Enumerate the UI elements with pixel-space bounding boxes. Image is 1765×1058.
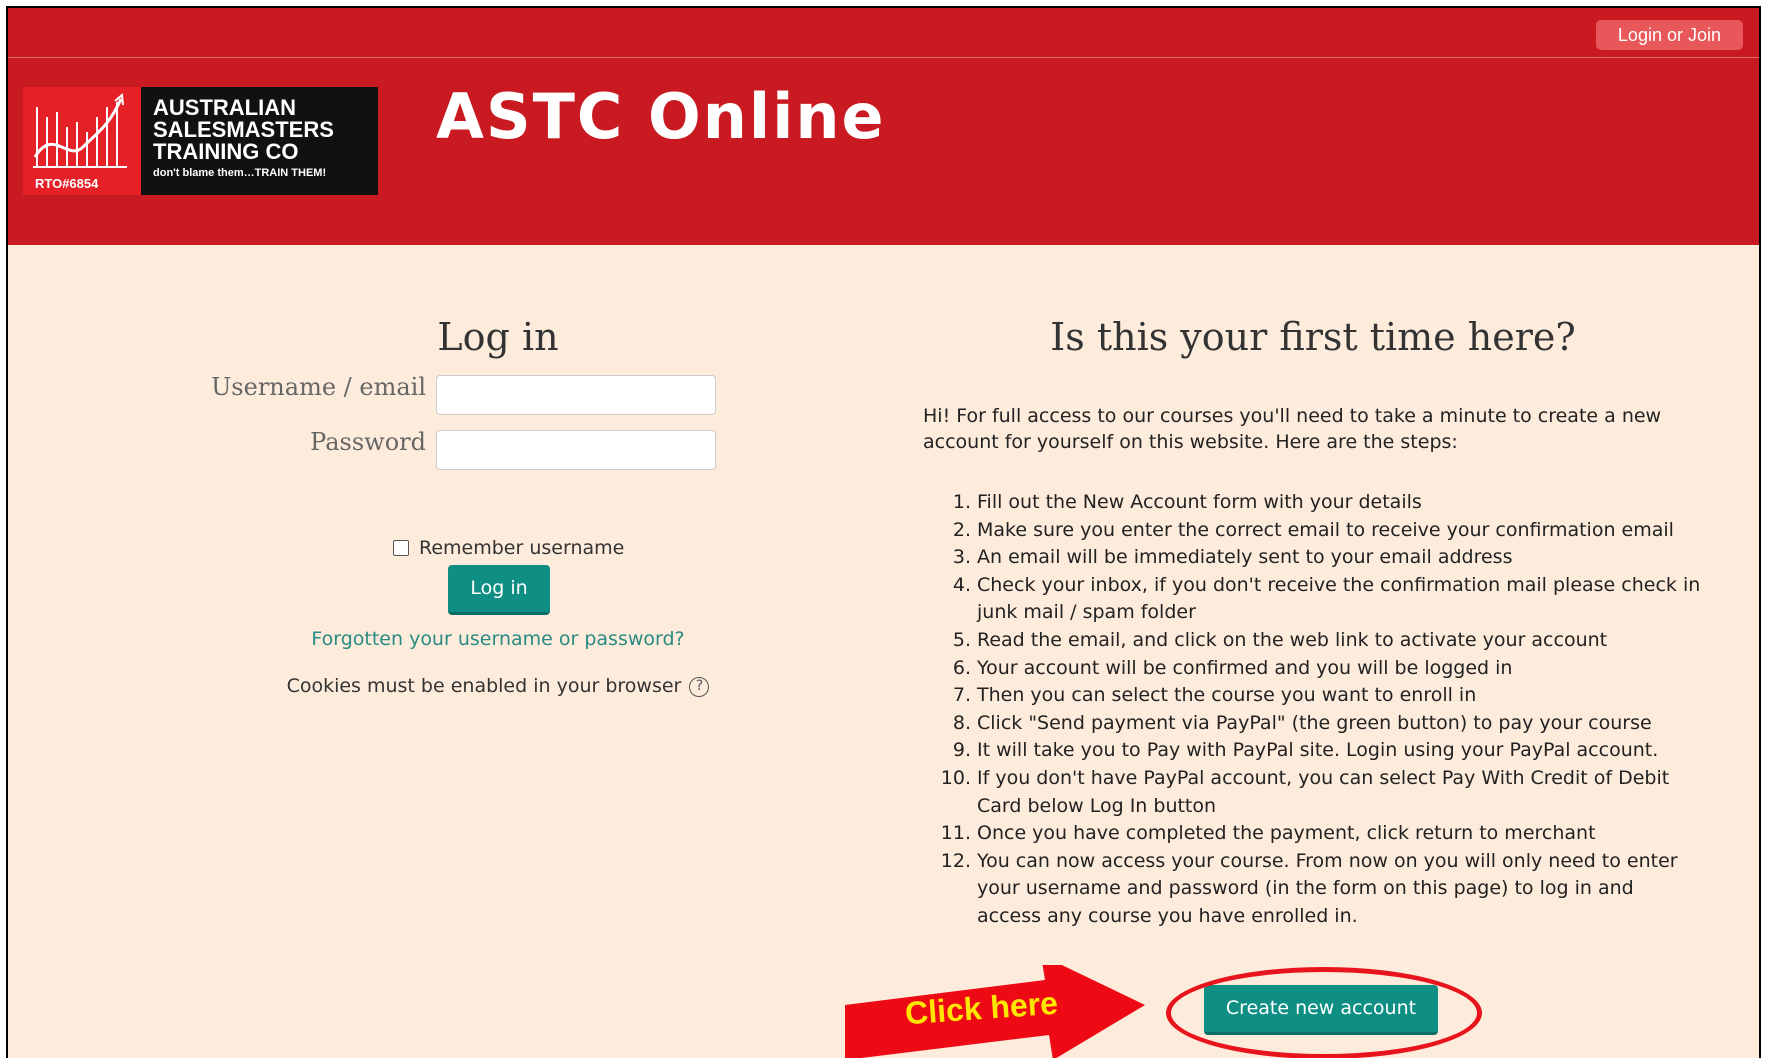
username-input[interactable]	[436, 375, 716, 415]
password-label: Password	[310, 428, 426, 456]
list-item: 5. Read the email, and click on the web l…	[952, 628, 1608, 651]
remember-username-checkbox[interactable]	[393, 540, 409, 556]
list-item: 3. An email will be immediately sent to y…	[952, 546, 1513, 569]
list-item: 6. Your account will be confirmed and you…	[952, 656, 1513, 679]
signup-steps: 1. Fill out the New Account form with you…	[923, 489, 1703, 931]
list-item: 1. Fill out the New Account form with you…	[952, 491, 1422, 513]
company-logo[interactable]: RTO#6854 AUSTRALIAN SALESMASTERS TRAININ…	[23, 87, 378, 195]
remember-username[interactable]: Remember username	[393, 537, 624, 559]
remember-username-label: Remember username	[419, 537, 625, 559]
logo-tagline: don't blame them…TRAIN THEM!	[153, 167, 327, 179]
list-item: 11. Once you have completed the payment, …	[940, 822, 1596, 845]
main-content: Log in Username / email Password Remembe…	[8, 245, 1759, 1058]
highlight-circle-annotation	[1166, 967, 1482, 1058]
help-icon[interactable]: ?	[689, 676, 710, 697]
page-frame: Login or Join RTO#6854 AUSTRALIAN SALESM…	[6, 6, 1761, 1058]
list-item: 7. Then you can select the course you wan…	[952, 684, 1477, 707]
login-or-join-button[interactable]: Login or Join	[1595, 20, 1743, 50]
login-heading: Log in	[437, 315, 559, 359]
top-navbar: Login or Join	[8, 8, 1759, 58]
list-item: 2. Make sure you enter the correct email …	[952, 518, 1674, 541]
logo-company-name: AUSTRALIAN SALESMASTERS TRAINING CO	[153, 97, 334, 163]
site-header: Login or Join RTO#6854 AUSTRALIAN SALESM…	[8, 8, 1759, 245]
site-title[interactable]: ASTC Online	[436, 80, 886, 153]
signup-heading: Is this your first time here?	[1050, 315, 1576, 359]
list-item: 12. You can now access your course. From …	[940, 849, 1678, 927]
forgot-password-link[interactable]: Forgotten your username or password?	[108, 628, 888, 650]
logo-line: AUSTRALIAN	[153, 95, 296, 120]
cookies-text: Cookies must be enabled in your browser	[286, 675, 682, 697]
signup-intro: Hi! For full access to our courses you'l…	[923, 405, 1662, 453]
password-input[interactable]	[436, 430, 716, 470]
list-item: 8. Click "Send payment via PayPal" (the g…	[952, 711, 1652, 734]
username-label: Username / email	[211, 373, 426, 401]
logo-line: SALESMASTERS	[153, 117, 334, 142]
cookies-notice: Cookies must be enabled in your browser …	[108, 675, 888, 697]
logo-graph-icon: RTO#6854	[23, 87, 141, 195]
logo-rto-number: RTO#6854	[35, 176, 99, 191]
list-item: 10. If you don't have PayPal account, you…	[940, 766, 1670, 817]
logo-line: TRAINING CO	[153, 139, 299, 164]
list-item: 9. It will take you to Pay with PayPal si…	[952, 739, 1659, 762]
list-item: 4. Check your inbox, if you don't receive…	[952, 573, 1701, 624]
forgot-password-text[interactable]: Forgotten your username or password?	[311, 628, 684, 650]
login-button[interactable]: Log in	[448, 565, 550, 615]
